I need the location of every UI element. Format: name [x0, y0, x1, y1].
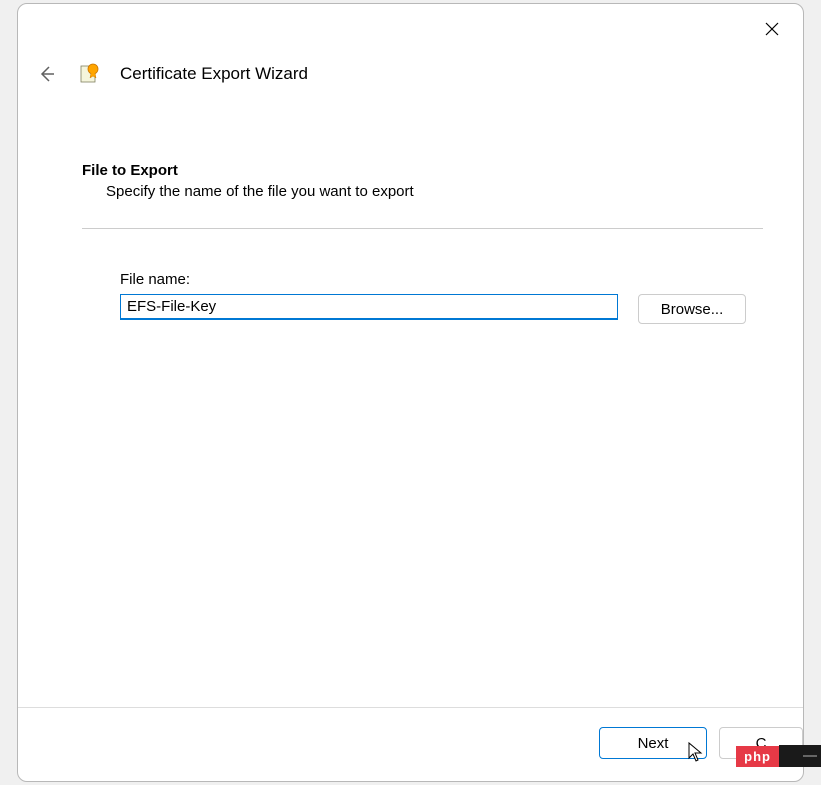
footer-divider [18, 707, 803, 708]
wizard-title: Certificate Export Wizard [120, 64, 308, 84]
file-name-field-group: File name: Browse... [120, 271, 763, 324]
close-icon [765, 22, 779, 36]
back-button[interactable] [34, 62, 58, 86]
header-row: Certificate Export Wizard [34, 62, 308, 86]
content-area: File to Export Specify the name of the f… [82, 162, 763, 324]
input-row: Browse... [120, 294, 763, 324]
php-badge-text: php [736, 746, 779, 767]
php-badge-dark [779, 745, 821, 767]
next-button[interactable]: Next [599, 727, 707, 759]
certificate-wizard-icon [78, 63, 100, 85]
php-badge: php [736, 745, 821, 767]
content-divider [82, 228, 763, 229]
file-name-input[interactable] [120, 294, 618, 320]
section-heading: File to Export [82, 162, 763, 179]
browse-button[interactable]: Browse... [638, 294, 746, 324]
next-button-label: Next [638, 735, 669, 752]
section-description: Specify the name of the file you want to… [106, 183, 763, 200]
file-name-label: File name: [120, 271, 763, 288]
close-button[interactable] [761, 18, 783, 40]
wizard-dialog: Certificate Export Wizard File to Export… [17, 3, 804, 782]
back-arrow-icon [37, 65, 55, 83]
